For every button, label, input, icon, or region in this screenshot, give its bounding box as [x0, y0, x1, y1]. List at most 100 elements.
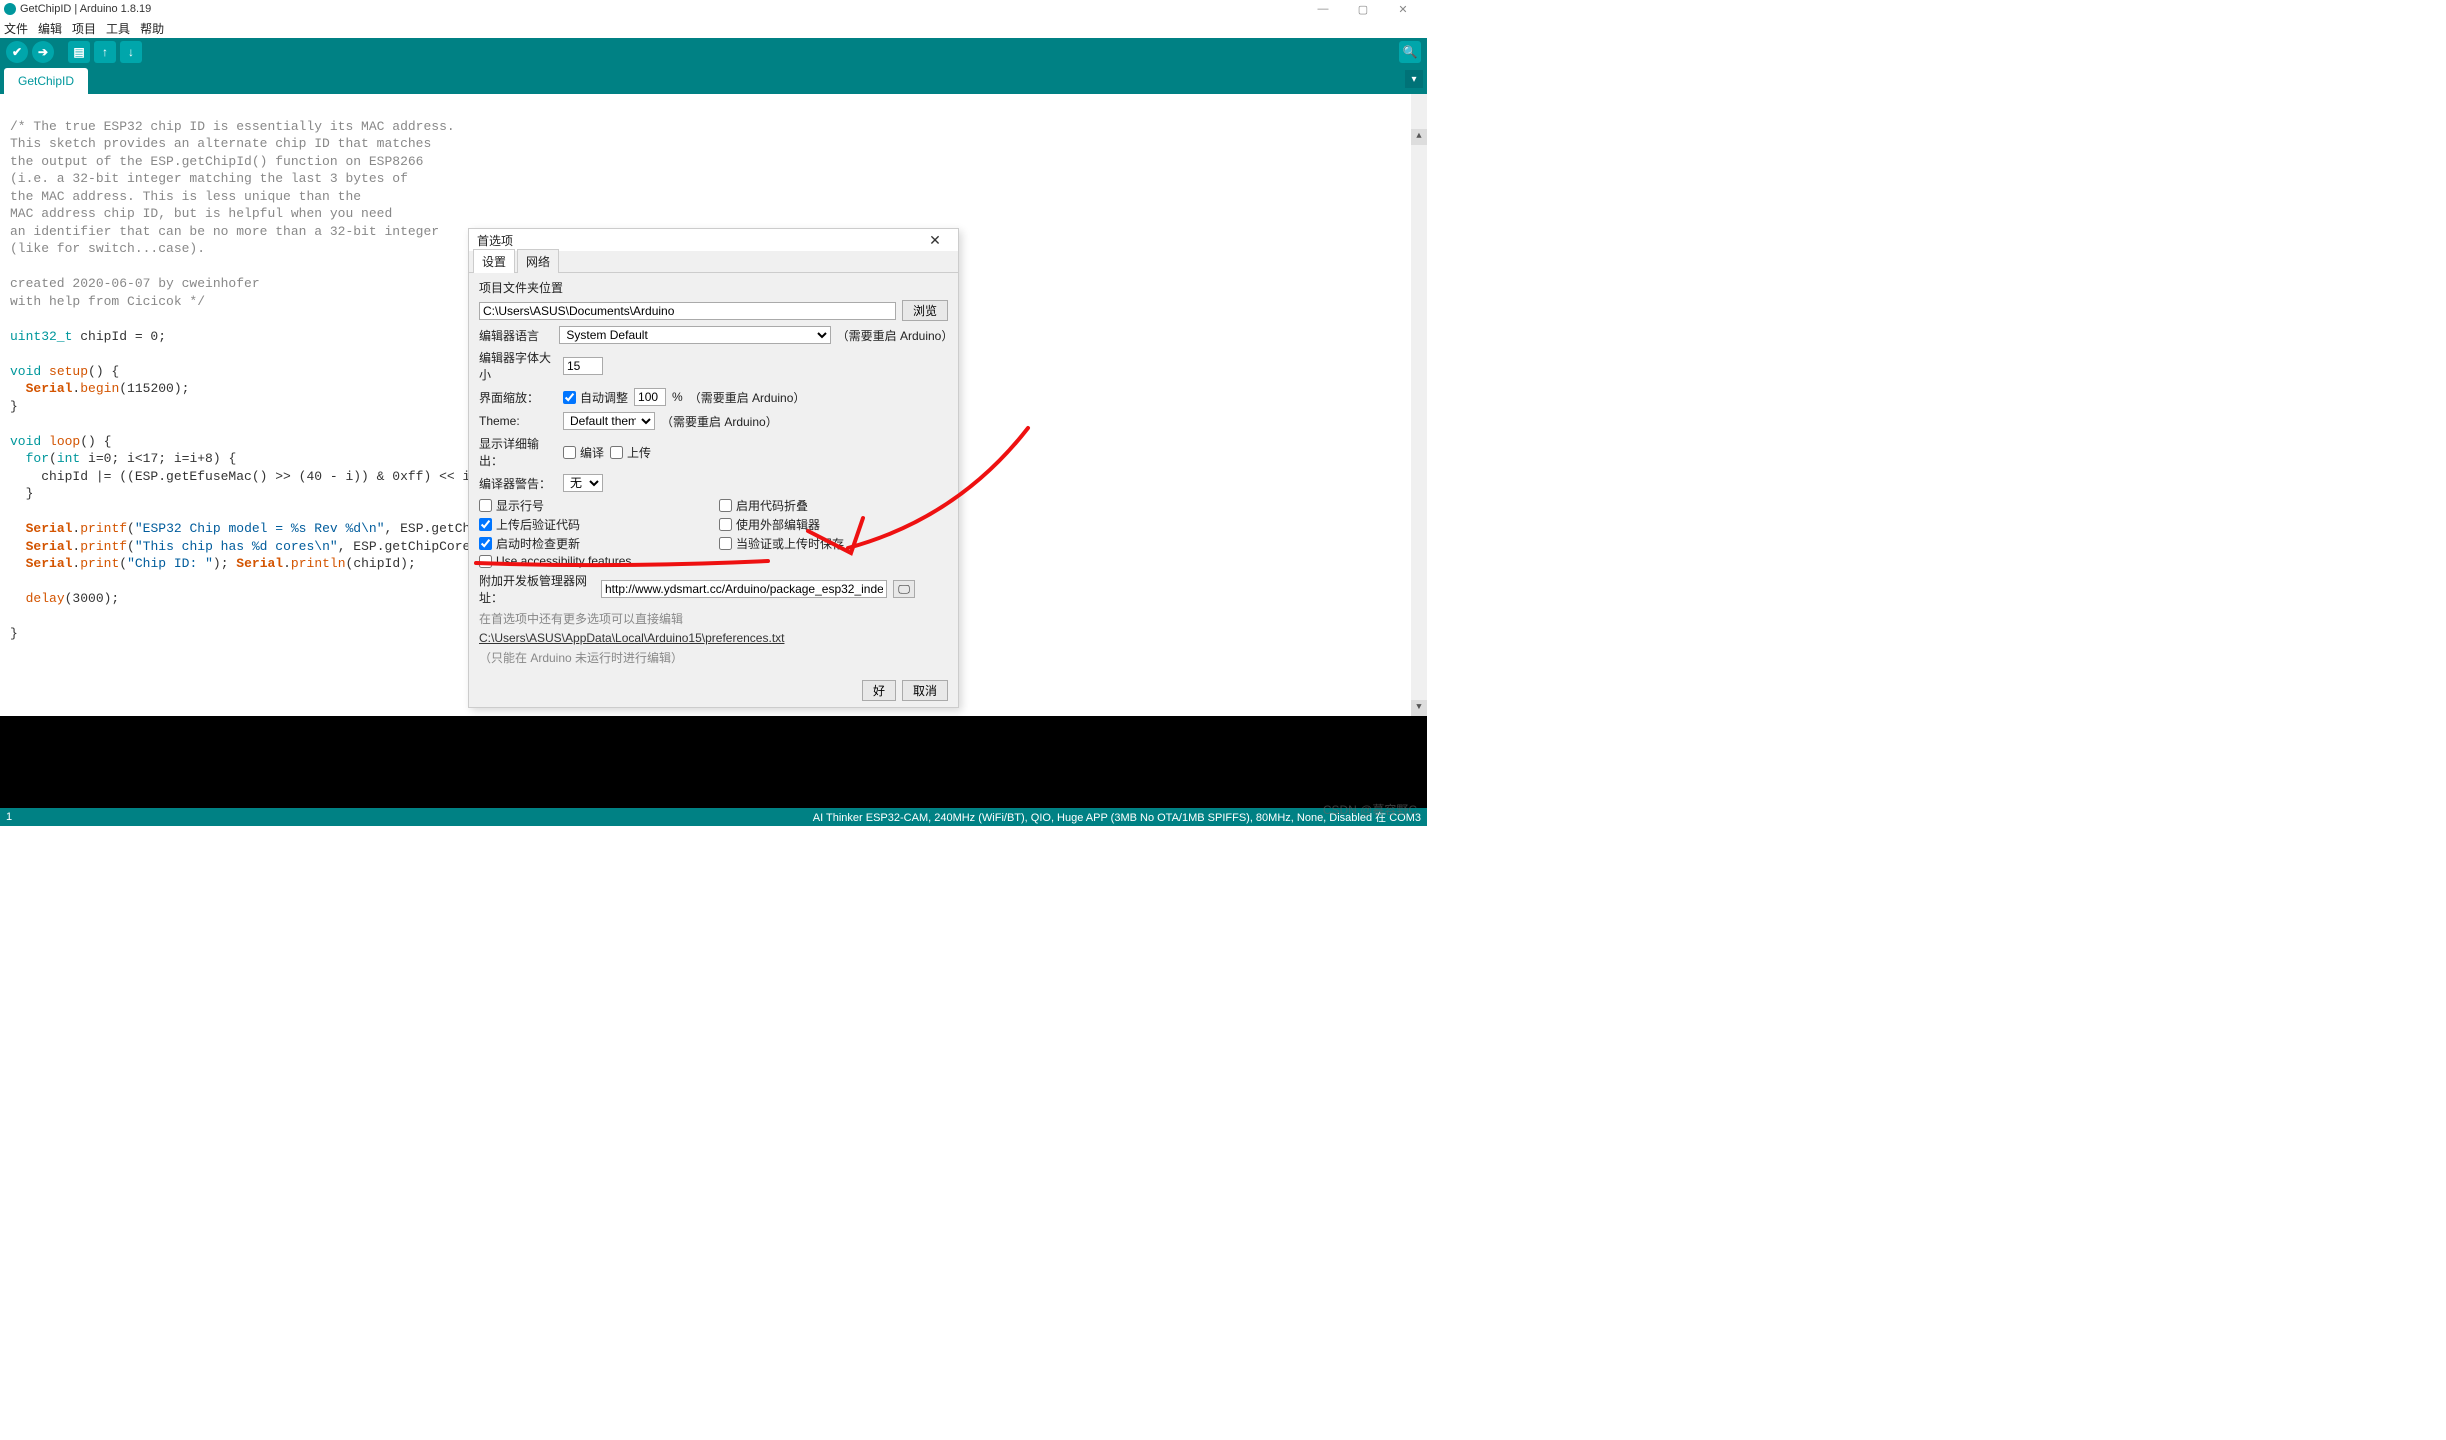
verify-after-upload-checkbox[interactable]	[479, 518, 492, 531]
dialog-footer: 好 取消	[469, 674, 958, 707]
magnifier-icon: 🔍	[1403, 45, 1418, 59]
window-icon: 🖵	[898, 582, 910, 597]
dialog-titlebar: 首选项 ✕	[469, 229, 958, 251]
menu-help[interactable]: 帮助	[140, 20, 164, 37]
menu-tools[interactable]: 工具	[106, 20, 130, 37]
scale-value-input[interactable]	[634, 388, 666, 406]
code-token: "ESP32 Chip model = %s Rev %d\n"	[135, 521, 385, 536]
editor-scrollbar[interactable]: ▲ ▼	[1411, 94, 1427, 716]
boards-url-expand-button[interactable]: 🖵	[893, 580, 915, 598]
accessibility-checkbox[interactable]	[479, 555, 492, 568]
code-token: for	[26, 451, 49, 466]
code-token	[10, 521, 26, 536]
code-token: (3000);	[65, 591, 120, 606]
menu-sketch[interactable]: 项目	[72, 20, 96, 37]
code-line: }	[10, 486, 33, 501]
tab-dropdown-button[interactable]: ▾	[1405, 70, 1423, 88]
code-folding-checkbox[interactable]	[719, 499, 732, 512]
arduino-app-icon	[4, 3, 16, 15]
show-line-numbers-checkbox[interactable]	[479, 499, 492, 512]
verify-button[interactable]: ✔	[6, 41, 28, 63]
tab-settings[interactable]: 设置	[473, 249, 515, 273]
scroll-up-button[interactable]: ▲	[1411, 129, 1427, 145]
warnings-select[interactable]: 无	[563, 474, 603, 492]
code-token: (	[127, 539, 135, 554]
code-token: Serial	[26, 381, 73, 396]
code-token: chipId = 0;	[72, 329, 166, 344]
cancel-button[interactable]: 取消	[902, 680, 948, 701]
new-sketch-button[interactable]: ▤	[68, 41, 90, 63]
restart-hint: （需要重启 Arduino）	[689, 389, 806, 406]
toolbar: ✔ ➔ ▤ ↑ ↓ 🔍	[0, 38, 1427, 66]
prefs-file-link[interactable]: C:\Users\ASUS\AppData\Local\Arduino15\pr…	[479, 631, 948, 645]
tab-network[interactable]: 网络	[517, 249, 559, 273]
maximize-button[interactable]: ▢	[1343, 0, 1383, 18]
code-token: (	[127, 521, 135, 536]
upload-button[interactable]: ➔	[32, 41, 54, 63]
console-panel	[0, 716, 1427, 808]
editor-language-select[interactable]: System Default	[559, 326, 830, 344]
code-token: Serial	[26, 539, 73, 554]
code-token: "This chip has %d cores\n"	[135, 539, 338, 554]
sketchbook-path-input[interactable]	[479, 302, 896, 320]
code-token: delay	[26, 591, 65, 606]
scale-auto-label: 自动调整	[580, 389, 628, 406]
external-editor-label: 使用外部编辑器	[736, 516, 820, 533]
dialog-close-button[interactable]: ✕	[920, 229, 950, 251]
code-token	[10, 556, 26, 571]
verbose-compile-label: 编译	[580, 444, 604, 461]
preferences-dialog: 首选项 ✕ 设置 网络 项目文件夹位置 浏览 编辑器语言 System Defa…	[468, 228, 959, 708]
code-token: Serial	[236, 556, 283, 571]
serial-monitor-button[interactable]: 🔍	[1399, 41, 1421, 63]
font-size-input[interactable]	[563, 357, 603, 375]
dialog-body: 项目文件夹位置 浏览 编辑器语言 System Default （需要重启 Ar…	[469, 273, 958, 674]
code-line: (like for switch...case).	[10, 241, 205, 256]
code-line: }	[10, 399, 18, 414]
theme-select[interactable]: Default theme	[563, 412, 655, 430]
verbose-upload-checkbox[interactable]	[610, 446, 623, 459]
check-icon: ✔	[12, 45, 22, 59]
code-line: an identifier that can be no more than a…	[10, 224, 439, 239]
tab-strip: GetChipID ▾	[0, 66, 1427, 94]
dialog-title: 首选项	[477, 232, 513, 249]
boards-url-input[interactable]	[601, 580, 887, 598]
minimize-button[interactable]: —	[1303, 0, 1343, 18]
external-editor-checkbox[interactable]	[719, 518, 732, 531]
menu-edit[interactable]: 编辑	[38, 20, 62, 37]
check-updates-checkbox[interactable]	[479, 537, 492, 550]
more-prefs-hint: 在首选项中还有更多选项可以直接编辑	[479, 610, 948, 627]
code-line: }	[10, 626, 18, 641]
code-line: with help from Cicicok */	[10, 294, 205, 309]
code-line: (i.e. a 32-bit integer matching the last…	[10, 171, 408, 186]
status-line-number: 1	[6, 811, 12, 823]
save-on-verify-label: 当验证或上传时保存	[736, 535, 844, 552]
code-token	[10, 381, 26, 396]
code-token: .	[283, 556, 291, 571]
save-sketch-button[interactable]: ↓	[120, 41, 142, 63]
open-sketch-button[interactable]: ↑	[94, 41, 116, 63]
window-titlebar: GetChipID | Arduino 1.8.19 — ▢ ✕	[0, 0, 1427, 18]
code-line: created 2020-06-07 by cweinhofer	[10, 276, 260, 291]
verbose-compile-checkbox[interactable]	[563, 446, 576, 459]
code-token: (	[49, 451, 57, 466]
restart-hint: （需要重启 Arduino）	[661, 413, 778, 430]
arrow-right-icon: ➔	[38, 45, 48, 59]
code-token: void	[10, 434, 49, 449]
verbose-upload-label: 上传	[627, 444, 651, 461]
code-token: Serial	[26, 556, 73, 571]
close-button[interactable]: ✕	[1383, 0, 1423, 18]
code-line: the MAC address. This is less unique tha…	[10, 189, 361, 204]
code-token	[10, 451, 26, 466]
browse-button[interactable]: 浏览	[902, 300, 948, 321]
accessibility-label: Use accessibility features	[496, 554, 631, 568]
ok-button[interactable]: 好	[862, 680, 896, 701]
tab-getchipid[interactable]: GetChipID	[4, 68, 88, 94]
scale-auto-checkbox[interactable]	[563, 391, 576, 404]
verify-after-upload-label: 上传后验证代码	[496, 516, 580, 533]
watermark: CSDN @慕容野C	[1323, 801, 1417, 818]
code-token: printf	[80, 521, 127, 536]
scroll-down-button[interactable]: ▼	[1411, 700, 1427, 716]
save-on-verify-checkbox[interactable]	[719, 537, 732, 550]
menu-file[interactable]: 文件	[4, 20, 28, 37]
code-token: (	[119, 556, 127, 571]
